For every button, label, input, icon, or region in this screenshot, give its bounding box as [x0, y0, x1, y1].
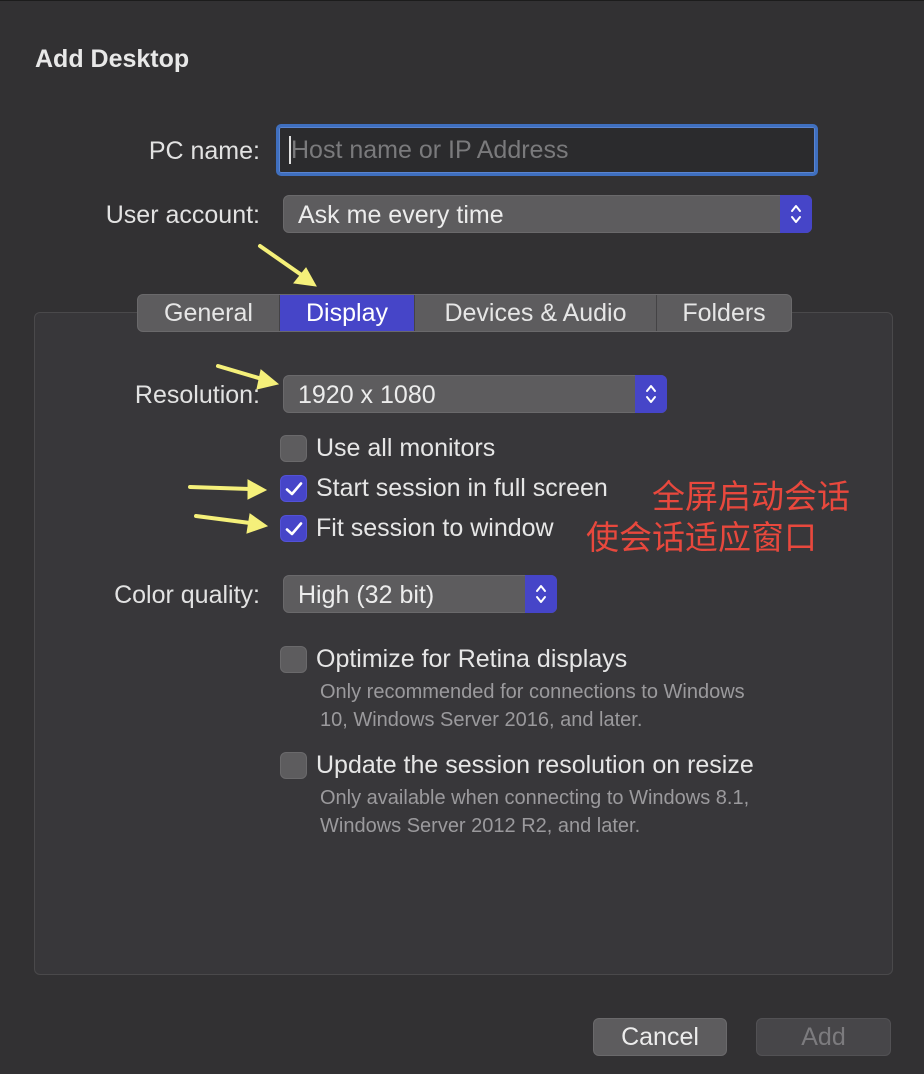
arrow-to-fit-window-icon: [194, 513, 269, 534]
annotation-arrows: [188, 244, 317, 534]
tab-bar: General Display Devices & Audio Folders: [137, 294, 792, 332]
arrow-to-display-tab-icon: [258, 244, 317, 287]
tab-folders[interactable]: Folders: [657, 295, 791, 331]
add-button[interactable]: Add: [756, 1018, 891, 1056]
arrow-to-full-screen-icon: [188, 479, 268, 500]
arrow-to-resolution-icon: [216, 364, 280, 390]
tab-display[interactable]: Display: [280, 295, 415, 331]
tab-general[interactable]: General: [138, 295, 280, 331]
tab-devices-audio[interactable]: Devices & Audio: [415, 295, 657, 331]
cancel-button[interactable]: Cancel: [593, 1018, 727, 1056]
